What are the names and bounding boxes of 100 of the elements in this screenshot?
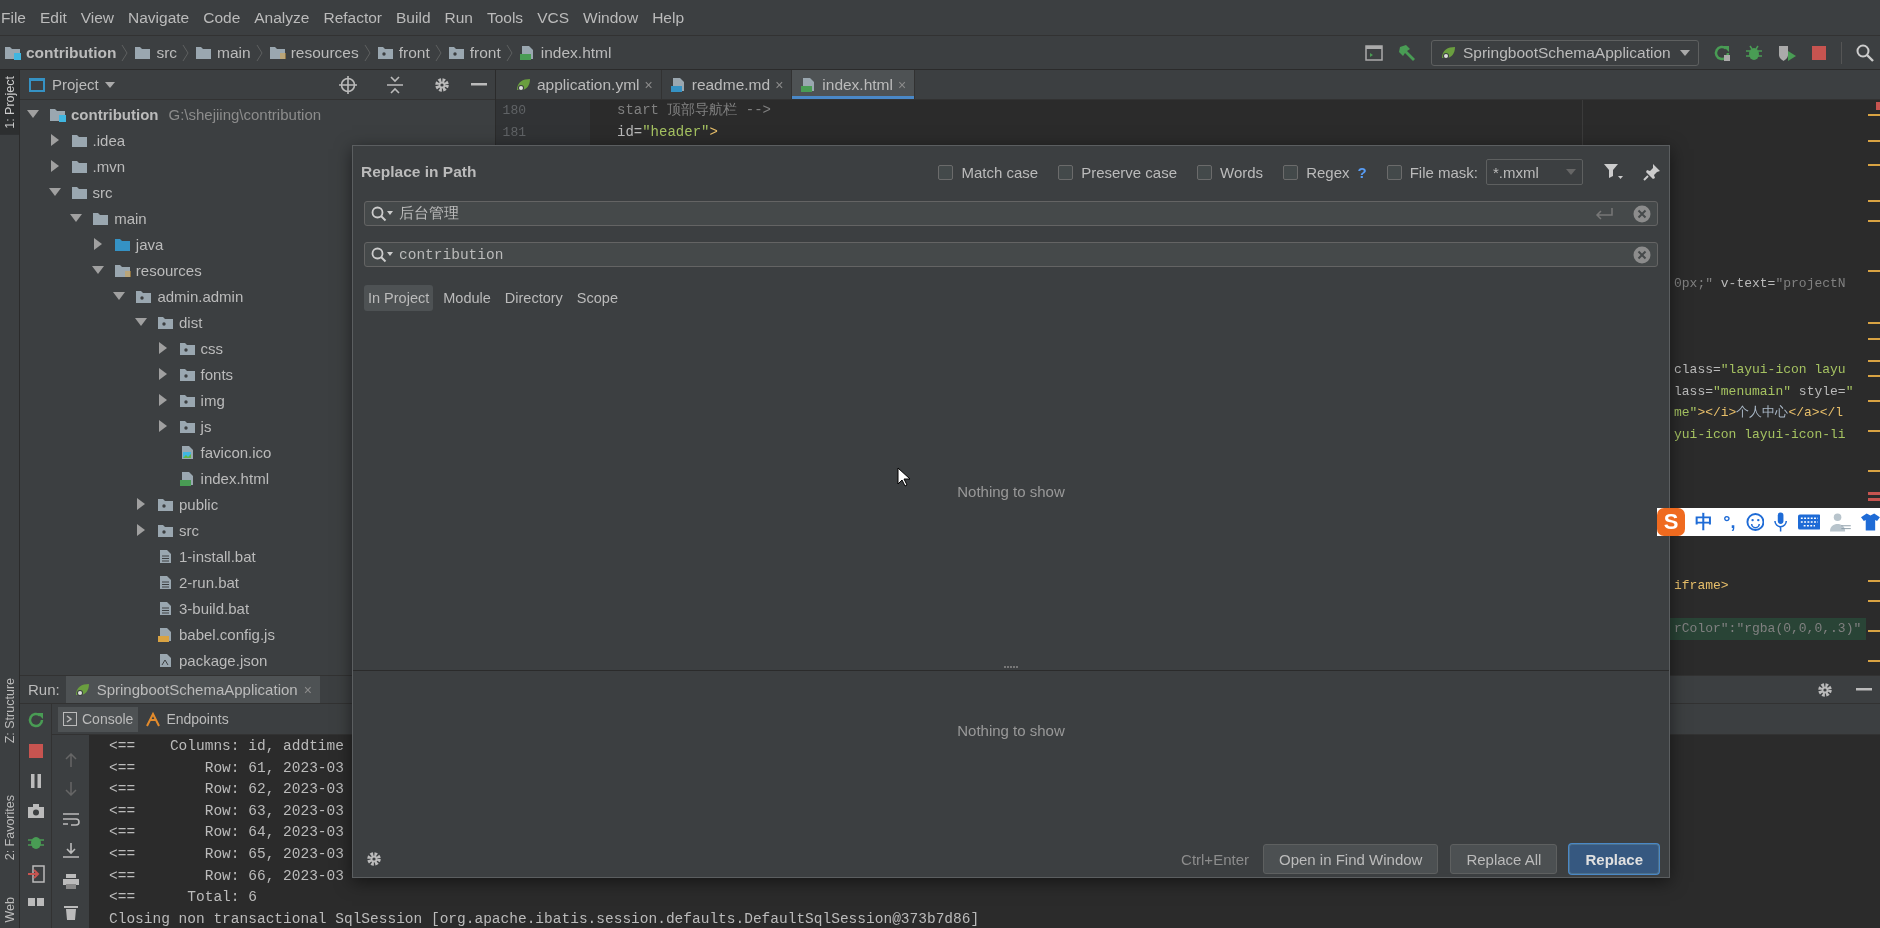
input-mode-toggle[interactable]: 中 (1695, 510, 1714, 534)
checkbox[interactable] (938, 164, 954, 180)
rerun-icon[interactable] (1713, 43, 1731, 62)
minimize-icon[interactable] (471, 82, 487, 87)
soft-wrap-icon[interactable] (61, 811, 80, 827)
collapse-arrow-icon[interactable] (27, 108, 39, 120)
minimize-icon[interactable] (1856, 687, 1872, 692)
tool-window-tab[interactable]: 1: Project (0, 70, 19, 135)
run-tab[interactable]: SpringbootSchemaApplication × (65, 676, 320, 703)
tree-item[interactable]: dist (179, 313, 203, 331)
scope-tab[interactable]: In Project (364, 284, 434, 311)
layout-icon[interactable] (26, 897, 45, 907)
breadcrumb[interactable]: index.html (518, 43, 612, 62)
microphone-icon[interactable] (1774, 512, 1788, 532)
smiley-icon[interactable] (1745, 512, 1765, 532)
expand-arrow-icon[interactable] (156, 420, 169, 432)
expand-arrow-icon[interactable] (156, 394, 169, 406)
person-icon[interactable] (1830, 512, 1852, 532)
login-arrow-icon[interactable] (26, 865, 45, 883)
hammer-icon[interactable] (1397, 43, 1417, 62)
dialog-button[interactable]: Replace (1569, 844, 1659, 874)
expand-arrow-icon[interactable] (156, 342, 169, 354)
panel-title[interactable]: Project (52, 76, 99, 93)
stop-icon[interactable] (27, 743, 44, 759)
checkbox-label[interactable]: Regex (1306, 163, 1350, 181)
tree-item[interactable]: 3-build.bat (179, 599, 250, 617)
menu-item[interactable]: Run (437, 8, 480, 27)
window-icon[interactable] (1365, 44, 1383, 61)
splitter-grip-icon[interactable] (1004, 666, 1018, 669)
collapse-all-icon[interactable] (387, 75, 403, 94)
breadcrumb[interactable]: main (195, 43, 251, 62)
expand-arrow-icon[interactable] (135, 498, 147, 510)
expand-arrow-icon[interactable] (48, 160, 61, 172)
target-icon[interactable] (339, 75, 357, 94)
tree-item[interactable]: 2-run.bat (179, 573, 240, 591)
breadcrumb[interactable]: contribution (4, 43, 117, 62)
tool-window-tab[interactable]: Z: Structure (0, 671, 19, 750)
menu-item[interactable]: Window (576, 8, 646, 27)
punctuation-toggle[interactable]: °, (1723, 511, 1736, 533)
search-icon[interactable] (1856, 43, 1874, 62)
tree-item[interactable]: 1-install.bat (179, 547, 256, 565)
collapse-arrow-icon[interactable] (135, 316, 147, 328)
expand-arrow-icon[interactable] (91, 238, 104, 250)
tree-item[interactable]: public (179, 495, 219, 513)
rerun-icon[interactable] (26, 711, 45, 729)
tree-item[interactable]: fonts (200, 365, 234, 383)
tree-item[interactable]: java (135, 235, 164, 253)
help-link[interactable]: ? (1357, 163, 1367, 181)
checkbox-label[interactable]: Words (1220, 163, 1264, 181)
tree-item[interactable]: contribution (71, 105, 159, 123)
clear-icon[interactable] (1633, 204, 1651, 223)
clear-icon[interactable] (1633, 245, 1651, 264)
collapse-arrow-icon[interactable] (70, 212, 83, 224)
breadcrumb[interactable]: src (134, 43, 178, 62)
menu-item[interactable]: VCS (530, 8, 576, 27)
checkbox[interactable] (1283, 164, 1299, 180)
breadcrumb[interactable]: resources (268, 43, 359, 62)
tree-item[interactable]: package.json (179, 651, 268, 669)
run-configuration-dropdown[interactable]: SpringbootSchemaApplication (1431, 39, 1699, 66)
tree-item[interactable]: src (92, 183, 113, 201)
tree-item[interactable]: main (114, 209, 147, 227)
file-mask-field[interactable]: *.mxml (1486, 159, 1583, 185)
search-field[interactable]: 后台管理 (364, 201, 1658, 226)
collapse-arrow-icon[interactable] (48, 186, 61, 198)
editor-tab[interactable]: application.yml × (507, 70, 662, 99)
menu-item[interactable]: Navigate (121, 8, 197, 27)
expand-arrow-icon[interactable] (135, 524, 147, 536)
editor-tab[interactable]: index.html × (792, 70, 916, 99)
print-icon[interactable] (61, 873, 80, 889)
tree-item[interactable]: .idea (92, 131, 126, 149)
collapse-arrow-icon[interactable] (91, 264, 104, 276)
caret-icon[interactable] (104, 81, 115, 88)
tree-item[interactable]: img (200, 391, 225, 409)
menu-item[interactable]: Edit (33, 8, 74, 27)
close-tab-button[interactable]: × (775, 76, 784, 93)
pin-icon[interactable] (1643, 163, 1661, 181)
tree-item[interactable]: babel.config.js (179, 625, 275, 643)
stop-icon[interactable] (1811, 44, 1827, 61)
camera-icon[interactable] (26, 803, 45, 819)
tree-item[interactable]: resources (135, 261, 202, 279)
checkbox-label[interactable]: Preserve case (1081, 163, 1178, 181)
console-tab[interactable]: Endpoints (140, 706, 234, 732)
tree-item[interactable]: favicon.ico (200, 443, 272, 461)
tree-item[interactable]: index.html (200, 469, 269, 487)
close-tab-button[interactable]: × (644, 76, 653, 93)
breadcrumb[interactable]: front (376, 43, 430, 62)
keyboard-icon[interactable] (1797, 514, 1821, 530)
tree-item[interactable]: admin.admin (157, 287, 244, 305)
scope-tab[interactable]: Directory (500, 284, 567, 311)
expand-arrow-icon[interactable] (48, 134, 61, 146)
tree-item[interactable]: src (179, 521, 199, 539)
expand-arrow-icon[interactable] (156, 368, 169, 380)
dialog-button[interactable]: Replace All (1450, 844, 1558, 874)
checkbox[interactable] (1386, 164, 1402, 180)
shirt-icon[interactable] (1861, 513, 1880, 531)
replace-field[interactable]: contribution (364, 242, 1658, 267)
tool-window-tab[interactable]: 2: Favorites (0, 789, 19, 867)
menu-item[interactable]: Code (196, 8, 248, 27)
menu-item[interactable]: View (73, 8, 122, 27)
scroll-to-end-icon[interactable] (61, 842, 80, 858)
